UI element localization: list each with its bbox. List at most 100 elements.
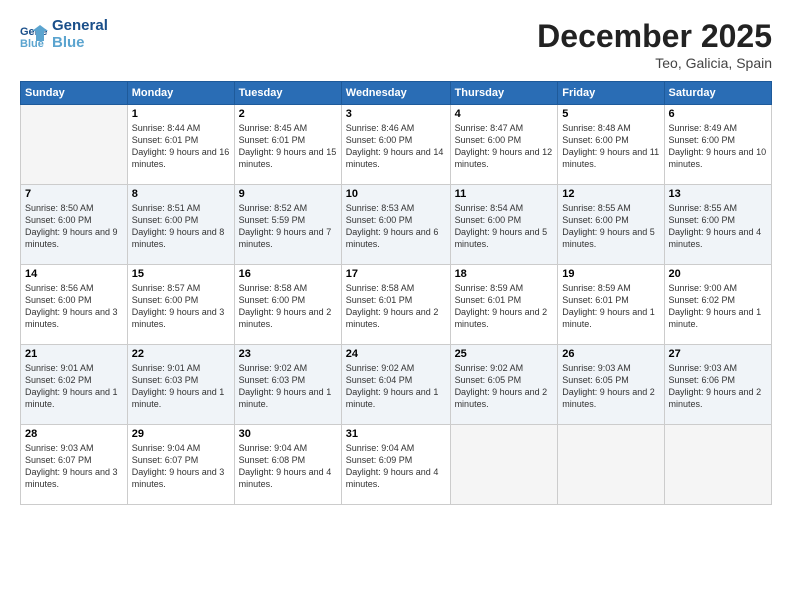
month-title: December 2025	[537, 18, 772, 55]
calendar-week-row-4: 28 Sunrise: 9:03 AMSunset: 6:07 PMDayligh…	[21, 425, 772, 505]
day-info: Sunrise: 9:02 AMSunset: 6:04 PMDaylight:…	[346, 362, 446, 411]
calendar-day: 3 Sunrise: 8:46 AMSunset: 6:00 PMDaylight…	[341, 105, 450, 185]
day-number: 3	[346, 108, 446, 120]
calendar-day: 27 Sunrise: 9:03 AMSunset: 6:06 PMDayligh…	[664, 345, 771, 425]
day-info: Sunrise: 9:03 AMSunset: 6:06 PMDaylight:…	[669, 362, 767, 411]
title-block: December 2025 Teo, Galicia, Spain	[537, 18, 772, 71]
calendar-day: 15 Sunrise: 8:57 AMSunset: 6:00 PMDayligh…	[127, 265, 234, 345]
day-info: Sunrise: 8:56 AMSunset: 6:00 PMDaylight:…	[25, 282, 123, 331]
calendar-day	[21, 105, 128, 185]
day-number: 4	[455, 108, 554, 120]
day-number: 11	[455, 188, 554, 200]
col-saturday: Saturday	[664, 82, 771, 105]
day-info: Sunrise: 8:55 AMSunset: 6:00 PMDaylight:…	[669, 202, 767, 251]
col-monday: Monday	[127, 82, 234, 105]
col-friday: Friday	[558, 82, 664, 105]
logo-line2: Blue	[52, 35, 85, 52]
day-number: 22	[132, 348, 230, 360]
day-number: 31	[346, 428, 446, 440]
calendar-day: 1Sunrise: 8:44 AMSunset: 6:01 PMDaylight…	[127, 105, 234, 185]
day-number: 27	[669, 348, 767, 360]
day-number: 5	[562, 108, 659, 120]
day-info: Sunrise: 8:53 AMSunset: 6:00 PMDaylight:…	[346, 202, 446, 251]
calendar-day: 10 Sunrise: 8:53 AMSunset: 6:00 PMDayligh…	[341, 185, 450, 265]
day-info: Sunrise: 9:00 AMSunset: 6:02 PMDaylight:…	[669, 282, 767, 331]
day-number: 16	[239, 268, 337, 280]
calendar-day: 21 Sunrise: 9:01 AMSunset: 6:02 PMDayligh…	[21, 345, 128, 425]
calendar-day: 28 Sunrise: 9:03 AMSunset: 6:07 PMDayligh…	[21, 425, 128, 505]
logo-icon: General Blue	[20, 21, 48, 49]
calendar-day: 14 Sunrise: 8:56 AMSunset: 6:00 PMDayligh…	[21, 265, 128, 345]
calendar-day: 5Sunrise: 8:48 AMSunset: 6:00 PMDaylight…	[558, 105, 664, 185]
day-info: Sunrise: 9:02 AMSunset: 6:05 PMDaylight:…	[455, 362, 554, 411]
day-info: Sunrise: 9:01 AMSunset: 6:02 PMDaylight:…	[25, 362, 123, 411]
calendar-day: 24Sunrise: 9:02 AMSunset: 6:04 PMDayligh…	[341, 345, 450, 425]
day-number: 14	[25, 268, 123, 280]
day-number: 21	[25, 348, 123, 360]
calendar-day: 20 Sunrise: 9:00 AMSunset: 6:02 PMDayligh…	[664, 265, 771, 345]
logo-line1: General	[52, 18, 108, 35]
day-number: 7	[25, 188, 123, 200]
day-info: Sunrise: 9:03 AMSunset: 6:07 PMDaylight:…	[25, 442, 123, 491]
calendar-day: 31 Sunrise: 9:04 AMSunset: 6:09 PMDayligh…	[341, 425, 450, 505]
day-number: 28	[25, 428, 123, 440]
calendar-day: 26 Sunrise: 9:03 AMSunset: 6:05 PMDayligh…	[558, 345, 664, 425]
calendar-day: 11 Sunrise: 8:54 AMSunset: 6:00 PMDayligh…	[450, 185, 558, 265]
calendar-day: 30Sunrise: 9:04 AMSunset: 6:08 PMDayligh…	[234, 425, 341, 505]
day-info: Sunrise: 8:54 AMSunset: 6:00 PMDaylight:…	[455, 202, 554, 251]
calendar-week-row-3: 21 Sunrise: 9:01 AMSunset: 6:02 PMDayligh…	[21, 345, 772, 425]
calendar-day: 6 Sunrise: 8:49 AMSunset: 6:00 PMDaylight…	[664, 105, 771, 185]
day-info: Sunrise: 8:52 AMSunset: 5:59 PMDaylight:…	[239, 202, 337, 251]
day-number: 10	[346, 188, 446, 200]
day-number: 17	[346, 268, 446, 280]
day-info: Sunrise: 9:04 AMSunset: 6:08 PMDaylight:…	[239, 442, 337, 491]
calendar-day: 19 Sunrise: 8:59 AMSunset: 6:01 PMDayligh…	[558, 265, 664, 345]
day-info: Sunrise: 9:04 AMSunset: 6:07 PMDaylight:…	[132, 442, 230, 491]
col-tuesday: Tuesday	[234, 82, 341, 105]
page-header: General Blue General Blue December 2025 …	[20, 18, 772, 71]
day-number: 13	[669, 188, 767, 200]
day-info: Sunrise: 9:01 AMSunset: 6:03 PMDaylight:…	[132, 362, 230, 411]
calendar-day: 12Sunrise: 8:55 AMSunset: 6:00 PMDayligh…	[558, 185, 664, 265]
day-info: Sunrise: 9:03 AMSunset: 6:05 PMDaylight:…	[562, 362, 659, 411]
calendar-day: 2 Sunrise: 8:45 AMSunset: 6:01 PMDaylight…	[234, 105, 341, 185]
calendar-day: 8Sunrise: 8:51 AMSunset: 6:00 PMDaylight…	[127, 185, 234, 265]
day-info: Sunrise: 8:58 AMSunset: 6:01 PMDaylight:…	[346, 282, 446, 331]
day-number: 9	[239, 188, 337, 200]
calendar-week-row-2: 14 Sunrise: 8:56 AMSunset: 6:00 PMDayligh…	[21, 265, 772, 345]
day-number: 15	[132, 268, 230, 280]
calendar-table: Sunday Monday Tuesday Wednesday Thursday…	[20, 81, 772, 505]
day-number: 20	[669, 268, 767, 280]
col-thursday: Thursday	[450, 82, 558, 105]
col-wednesday: Wednesday	[341, 82, 450, 105]
day-number: 19	[562, 268, 659, 280]
calendar-day: 25 Sunrise: 9:02 AMSunset: 6:05 PMDayligh…	[450, 345, 558, 425]
day-number: 18	[455, 268, 554, 280]
calendar-day: 9 Sunrise: 8:52 AMSunset: 5:59 PMDaylight…	[234, 185, 341, 265]
calendar-week-row-0: 1Sunrise: 8:44 AMSunset: 6:01 PMDaylight…	[21, 105, 772, 185]
calendar-day: 16Sunrise: 8:58 AMSunset: 6:00 PMDayligh…	[234, 265, 341, 345]
day-info: Sunrise: 8:57 AMSunset: 6:00 PMDaylight:…	[132, 282, 230, 331]
day-number: 25	[455, 348, 554, 360]
day-number: 26	[562, 348, 659, 360]
day-info: Sunrise: 8:47 AMSunset: 6:00 PMDaylight:…	[455, 122, 554, 171]
day-info: Sunrise: 8:45 AMSunset: 6:01 PMDaylight:…	[239, 122, 337, 171]
day-number: 6	[669, 108, 767, 120]
location: Teo, Galicia, Spain	[537, 55, 772, 71]
day-info: Sunrise: 9:04 AMSunset: 6:09 PMDaylight:…	[346, 442, 446, 491]
day-info: Sunrise: 8:46 AMSunset: 6:00 PMDaylight:…	[346, 122, 446, 171]
calendar-header-row: Sunday Monday Tuesday Wednesday Thursday…	[21, 82, 772, 105]
day-number: 1	[132, 108, 230, 120]
calendar-day: 18 Sunrise: 8:59 AMSunset: 6:01 PMDayligh…	[450, 265, 558, 345]
calendar-week-row-1: 7 Sunrise: 8:50 AMSunset: 6:00 PMDaylight…	[21, 185, 772, 265]
day-info: Sunrise: 8:59 AMSunset: 6:01 PMDaylight:…	[455, 282, 554, 331]
col-sunday: Sunday	[21, 82, 128, 105]
day-info: Sunrise: 8:59 AMSunset: 6:01 PMDaylight:…	[562, 282, 659, 331]
day-info: Sunrise: 8:50 AMSunset: 6:00 PMDaylight:…	[25, 202, 123, 251]
calendar-day	[450, 425, 558, 505]
calendar-day	[664, 425, 771, 505]
day-info: Sunrise: 8:49 AMSunset: 6:00 PMDaylight:…	[669, 122, 767, 171]
day-number: 2	[239, 108, 337, 120]
day-number: 29	[132, 428, 230, 440]
calendar-day: 7 Sunrise: 8:50 AMSunset: 6:00 PMDaylight…	[21, 185, 128, 265]
